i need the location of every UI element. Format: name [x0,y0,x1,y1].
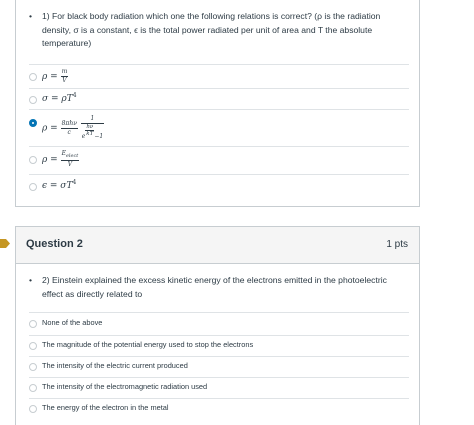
answer-option-1[interactable]: None of the above [29,316,409,334]
answer-option-4[interactable]: ρ = Eelect V [29,150,409,172]
option-label: The intensity of the electromagnetic rad… [42,382,208,391]
radio-button[interactable] [29,405,37,413]
flag-question-icon[interactable] [0,239,10,248]
divider [29,356,409,357]
radio-button[interactable] [29,183,37,191]
option-label: The energy of the electron in the metal [42,403,169,412]
question-1-text: 1) For black body radiation which one th… [42,11,381,49]
answer-option-5[interactable]: The energy of the electron in the metal [29,401,409,419]
divider [29,174,409,175]
divider [29,146,409,147]
divider [29,335,409,336]
option-formula: ρ = Eelect V [42,150,80,169]
radio-button[interactable] [29,363,37,371]
divider [29,88,409,89]
option-formula: σ = ρT4 [42,92,77,104]
divider [29,398,409,399]
option-formula: ρ = mV [42,68,69,84]
radio-button[interactable] [29,384,37,392]
answer-option-4[interactable]: The intensity of the electromagnetic rad… [29,380,409,398]
radio-button[interactable] [29,156,37,164]
divider [29,64,409,65]
answer-option-3[interactable]: The intensity of the electric current pr… [29,359,409,377]
divider [29,109,409,110]
bullet: • [29,275,33,285]
question-2-card: Question 2 1 pts • 2) Einstein explained… [15,226,420,425]
divider [29,312,409,313]
question-points: 1 pts [386,239,408,250]
radio-button[interactable] [29,320,37,328]
answer-option-2[interactable]: σ = ρT4 [29,91,409,109]
bullet: • [29,11,33,21]
option-label: The magnitude of the potential energy us… [42,340,254,349]
radio-button[interactable] [29,342,37,350]
option-formula: ϵ = σT4 [42,179,77,191]
divider [29,377,409,378]
question-2-text-block: • 2) Einstein explained the excess kinet… [29,274,401,301]
answer-option-1[interactable]: ρ = mV [29,68,409,87]
option-formula: ρ = 8πhν c 1 e hν kT −1 [42,115,105,140]
option-label: The intensity of the electric current pr… [42,361,188,370]
question-title: Question 2 [26,238,83,250]
radio-button[interactable] [29,96,37,104]
answer-option-2[interactable]: The magnitude of the potential energy us… [29,338,409,356]
question-1-text-block: • 1) For black body radiation which one … [29,10,401,51]
radio-button-selected[interactable] [29,119,37,127]
option-label: None of the above [42,318,103,327]
question-2-header: Question 2 1 pts [16,227,419,264]
radio-button[interactable] [29,73,37,81]
question-1-card: • 1) For black body radiation which one … [15,0,420,207]
question-2-text: 2) Einstein explained the excess kinetic… [42,275,387,299]
answer-option-3[interactable]: ρ = 8πhν c 1 e hν kT −1 [29,113,409,141]
answer-option-5[interactable]: ϵ = σT4 [29,178,409,196]
